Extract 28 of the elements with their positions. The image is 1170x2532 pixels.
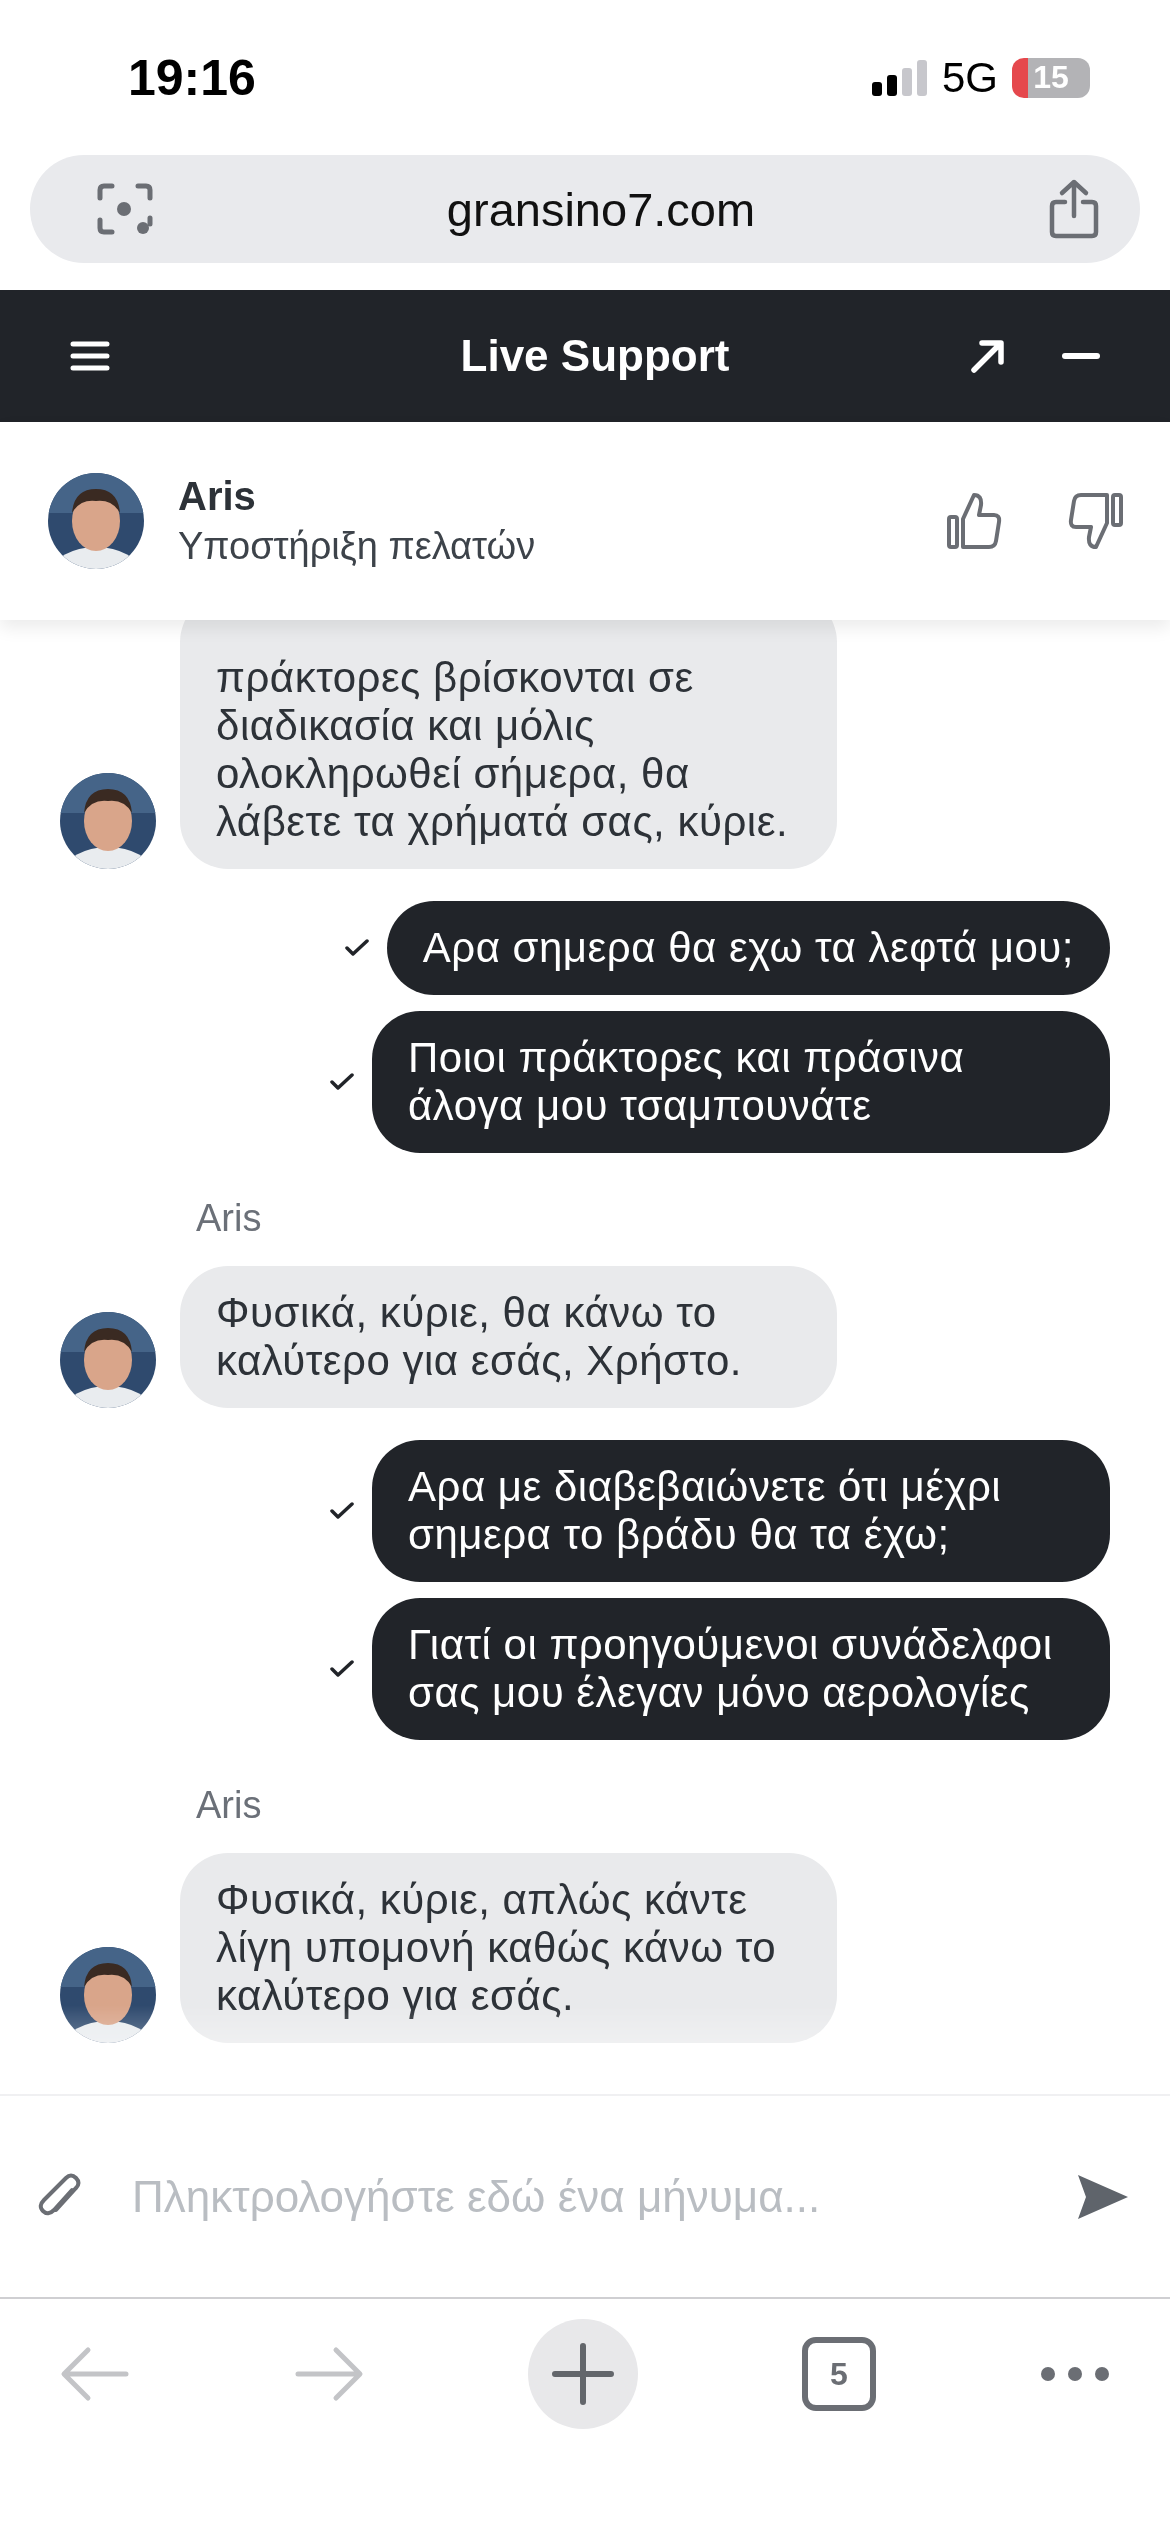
agent-message: Φυσικά, κύριε, θα κάνω το καλύτερο για εσάς, Χρήστο.	[180, 1266, 837, 1408]
sender-name: Aris	[196, 1197, 263, 1240]
network-label: 5G	[941, 53, 998, 102]
chat-title: Live Support	[459, 331, 731, 381]
user-message: Γιατί οι προηγούμενοι συνάδελφοι σας μου έλεγαν μόνο αερολογίες	[372, 1598, 1110, 1740]
thumbs-down-icon[interactable]	[1068, 491, 1124, 551]
sender-name: Aris	[196, 1784, 263, 1827]
user-message: Ποιοι πράκτορες και πράσινα άλογα μου τσαμπουνάτε	[372, 1011, 1110, 1153]
user-message: Αρα με διαβεβαιώνετε ότι μέχρι σημερα το βράδυ θα τα έχω;	[372, 1440, 1110, 1582]
send-icon[interactable]	[1076, 2172, 1130, 2221]
more-icon[interactable]	[1040, 2366, 1110, 2382]
message-input[interactable]: Πληκτρολογήστε εδώ ένα μήνυμα...	[132, 2171, 1026, 2222]
share-icon[interactable]	[1048, 178, 1100, 240]
thumbs-up-icon[interactable]	[946, 491, 1002, 551]
agent-name: Aris	[178, 474, 257, 519]
new-tab-button[interactable]	[528, 2319, 638, 2429]
battery-indicator: 15	[1012, 57, 1090, 98]
url-text: gransino7.com	[446, 181, 756, 237]
status-time: 19:16	[128, 48, 256, 107]
agent-role: Υποστήριξη πελατών	[178, 525, 537, 568]
agent-message: Φυσικά, κύριε, απλώς κάντε λίγη υπομονή καθώς κάνω το καλύτερο για εσάς.	[180, 1853, 837, 2043]
user-message: Αρα σημερα θα εχω τα λεφτά μου;	[386, 901, 1110, 995]
agent-message: πράκτορες βρίσκονται σε διαδικασία και μόλις ολοκληρωθεί σήμερα, θα λάβετε τα χρήματά σας, κύριε.	[180, 620, 837, 869]
menu-icon[interactable]	[70, 340, 110, 372]
expand-icon[interactable]	[970, 338, 1006, 374]
address-bar[interactable]: gransino7.com	[30, 155, 1140, 263]
signal-icon	[871, 59, 928, 96]
tab-count-button[interactable]: 5	[802, 2337, 876, 2411]
